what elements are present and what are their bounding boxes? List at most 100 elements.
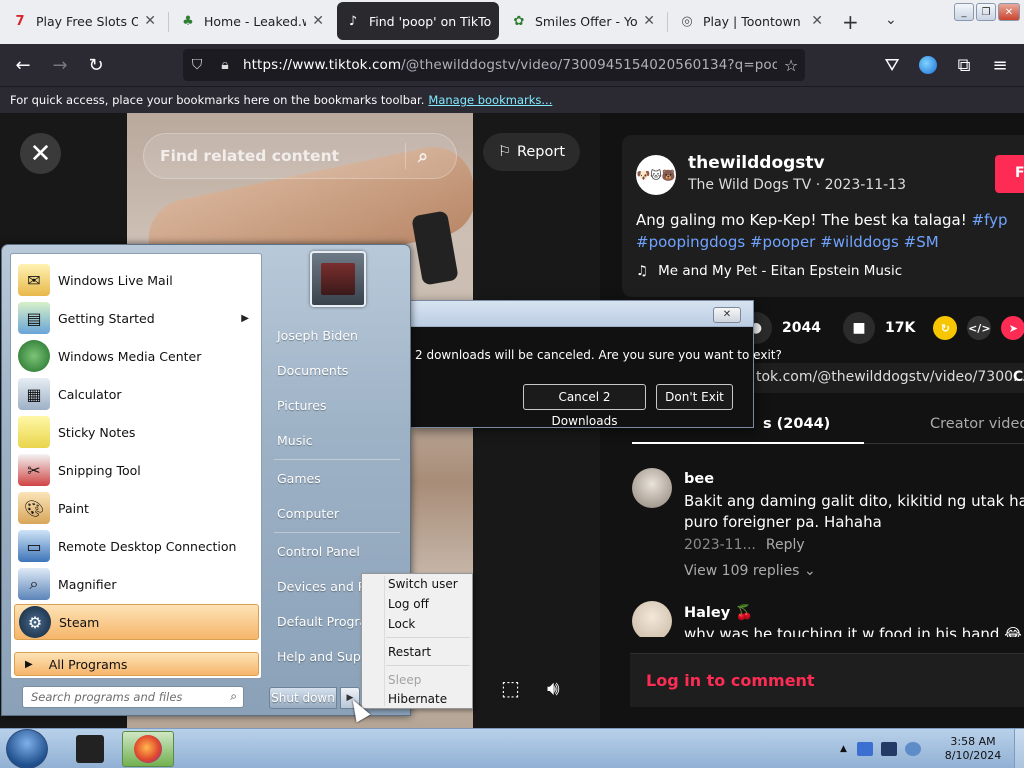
embed-icon[interactable]: </> bbox=[967, 316, 992, 340]
lock-icon[interactable]: 🔒︎ bbox=[211, 57, 239, 73]
program-windows-media-center[interactable]: Windows Media Center bbox=[14, 338, 259, 374]
program-paint[interactable]: 🎨︎ Paint bbox=[14, 490, 259, 526]
link-user-folder[interactable]: Joseph Biden bbox=[277, 328, 358, 343]
black-app-icon bbox=[76, 735, 104, 763]
bookmark-icon[interactable]: ■ bbox=[842, 312, 875, 344]
taskbar-app-media[interactable] bbox=[64, 731, 116, 767]
program-magnifier[interactable]: ⌕ Magnifier bbox=[14, 566, 259, 602]
close-tab-icon[interactable]: ✕ bbox=[643, 13, 655, 29]
music-link[interactable]: ♫ Me and My Pet - Eitan Epstein Music bbox=[636, 263, 902, 279]
program-snipping-tool[interactable]: ✂ Snipping Tool bbox=[14, 452, 259, 488]
forward-arrow-icon[interactable]: → bbox=[47, 52, 73, 78]
dialog-titlebar[interactable] bbox=[411, 301, 753, 327]
volume-icon[interactable]: 🔊︎ bbox=[547, 676, 560, 700]
link-documents[interactable]: Documents bbox=[277, 363, 348, 378]
volume-tray-icon[interactable] bbox=[904, 742, 921, 756]
copy-link-button[interactable]: Co bbox=[1013, 369, 1024, 385]
address-bar[interactable]: ⛉ 🔒︎ https://www.tiktok.com/@thewilddogs… bbox=[183, 49, 805, 81]
hamburger-menu-icon[interactable]: ≡ bbox=[987, 52, 1013, 78]
close-tab-icon[interactable]: ✕ bbox=[144, 13, 156, 29]
tab-leaked-wiki[interactable]: ♣ Home - Leaked.wiki ✕ bbox=[172, 2, 332, 40]
picture-in-picture-icon[interactable]: ⬚ bbox=[501, 676, 520, 700]
bookmarks-toolbar: For quick access, place your bookmarks h… bbox=[0, 86, 1024, 113]
close-tab-icon[interactable]: ✕ bbox=[312, 13, 324, 29]
search-icon[interactable]: ⌕ bbox=[418, 146, 456, 167]
url-text[interactable]: https://www.tiktok.com/@thewilddogstv/vi… bbox=[239, 57, 777, 73]
follow-button[interactable]: F bbox=[995, 155, 1024, 193]
taskbar-app-firefox[interactable] bbox=[122, 731, 174, 767]
hashtag-link[interactable]: #wilddogs bbox=[820, 233, 899, 251]
link-music[interactable]: Music bbox=[277, 433, 313, 448]
search-icon[interactable]: ⌕ bbox=[230, 689, 237, 704]
firefox-account-icon[interactable] bbox=[915, 52, 941, 78]
program-windows-live-mail[interactable]: ✉ Windows Live Mail bbox=[14, 262, 259, 298]
commenter-avatar[interactable] bbox=[632, 468, 672, 508]
bookmark-star-icon[interactable]: ☆ bbox=[777, 56, 805, 75]
link-control-panel[interactable]: Control Panel bbox=[277, 544, 360, 559]
minimize-window-button[interactable]: _ bbox=[954, 3, 974, 21]
system-clock[interactable]: 3:58 AM 8/10/2024 bbox=[935, 735, 1011, 763]
menu-item-restart[interactable]: Restart bbox=[388, 645, 431, 659]
dialog-close-button[interactable]: ✕ bbox=[713, 307, 741, 323]
avatar[interactable]: 🐶🐱🐻 bbox=[636, 155, 676, 195]
menu-item-lock[interactable]: Lock bbox=[388, 617, 415, 631]
manage-bookmarks-link[interactable]: Manage bookmarks... bbox=[428, 93, 552, 107]
hashtag-link[interactable]: #pooper bbox=[750, 233, 815, 251]
leaked-wiki-icon: ♣ bbox=[182, 13, 194, 29]
hashtag-link[interactable]: #SM bbox=[904, 233, 939, 251]
back-arrow-icon[interactable]: ← bbox=[10, 52, 36, 78]
program-remote-desktop[interactable]: ▭ Remote Desktop Connection bbox=[14, 528, 259, 564]
comment-meta: 2023-11... Reply bbox=[684, 537, 805, 553]
show-hidden-icons-chevron-icon[interactable]: ▲ bbox=[840, 744, 847, 754]
hashtag-link[interactable]: #fyp bbox=[972, 211, 1008, 229]
start-search-input[interactable]: Search programs and files ⌕ bbox=[22, 686, 244, 708]
tab-tiktok-active[interactable]: ♪ Find 'poop' on TikTok bbox=[337, 2, 499, 40]
menu-item-switch-user[interactable]: Switch user bbox=[388, 577, 458, 591]
restore-window-button[interactable]: ❐ bbox=[976, 3, 996, 21]
program-steam[interactable]: ⚙ Steam bbox=[14, 604, 259, 640]
new-tab-button[interactable]: + bbox=[842, 10, 859, 34]
report-button[interactable]: ⚐ Report bbox=[483, 133, 580, 171]
tracking-protection-shield-icon[interactable]: ⛉ bbox=[183, 57, 211, 73]
tab-play-free-slots[interactable]: 7 Play Free Slots Online ✕ bbox=[4, 2, 164, 40]
reload-icon[interactable]: ↻ bbox=[83, 52, 109, 78]
program-calculator[interactable]: ▦ Calculator bbox=[14, 376, 259, 412]
send-to-friends-icon[interactable]: ➤ bbox=[1001, 316, 1024, 340]
login-to-comment-button[interactable]: Log in to comment bbox=[630, 653, 1024, 707]
tab-youtube[interactable]: ✿ Smiles Offer - YouTube ✕ bbox=[503, 2, 663, 40]
share-repost-icon[interactable]: ↻ bbox=[933, 316, 958, 340]
start-orb-button[interactable] bbox=[6, 729, 48, 768]
close-video-button[interactable]: ✕ bbox=[20, 133, 61, 174]
tab-toontown[interactable]: ◎ Play | Toontown Rewritten ✕ bbox=[671, 2, 831, 40]
menu-item-hibernate[interactable]: Hibernate bbox=[388, 692, 447, 706]
network-icon[interactable] bbox=[856, 742, 873, 756]
browser-tab-strip: 7 Play Free Slots Online ✕ ♣ Home - Leak… bbox=[0, 0, 1024, 44]
program-getting-started[interactable]: ▤ Getting Started ▶ bbox=[14, 300, 259, 336]
display-icon[interactable] bbox=[880, 742, 897, 756]
commenter-avatar[interactable] bbox=[632, 601, 672, 637]
link-games[interactable]: Games bbox=[277, 471, 321, 486]
related-content-search[interactable]: Find related content ⌕ bbox=[143, 133, 457, 179]
tab-creator-videos[interactable]: Creator videos bbox=[930, 416, 1024, 432]
reply-button[interactable]: Reply bbox=[766, 537, 805, 553]
dont-exit-button[interactable]: Don't Exit bbox=[656, 384, 733, 410]
tiktok-icon: ♪ bbox=[348, 13, 358, 29]
cancel-downloads-button[interactable]: Cancel 2 Downloads bbox=[523, 384, 646, 428]
link-pictures[interactable]: Pictures bbox=[277, 398, 327, 413]
list-all-tabs-chevron-icon[interactable]: ⌄ bbox=[885, 12, 897, 28]
view-replies-button[interactable]: View 109 replies ⌄ bbox=[684, 563, 816, 579]
author-username[interactable]: thewilddogstv bbox=[688, 153, 825, 173]
show-desktop-button[interactable] bbox=[1014, 729, 1024, 768]
user-account-picture[interactable] bbox=[310, 251, 366, 307]
hashtag-link[interactable]: #poopingdogs bbox=[636, 233, 745, 251]
dialog-message: 2 downloads will be canceled. Are you su… bbox=[415, 348, 782, 362]
link-computer[interactable]: Computer bbox=[277, 506, 339, 521]
extensions-puzzle-icon[interactable]: ⧉ bbox=[951, 52, 977, 78]
shut-down-button[interactable]: Shut down bbox=[269, 687, 337, 709]
menu-item-log-off[interactable]: Log off bbox=[388, 597, 429, 611]
all-programs-button[interactable]: ▶ All Programs bbox=[14, 652, 259, 676]
program-sticky-notes[interactable]: Sticky Notes bbox=[14, 414, 259, 450]
close-window-button[interactable]: ✕ bbox=[998, 3, 1020, 21]
pocket-icon[interactable]: ⛛ bbox=[879, 52, 905, 78]
close-tab-icon[interactable]: ✕ bbox=[811, 13, 823, 29]
